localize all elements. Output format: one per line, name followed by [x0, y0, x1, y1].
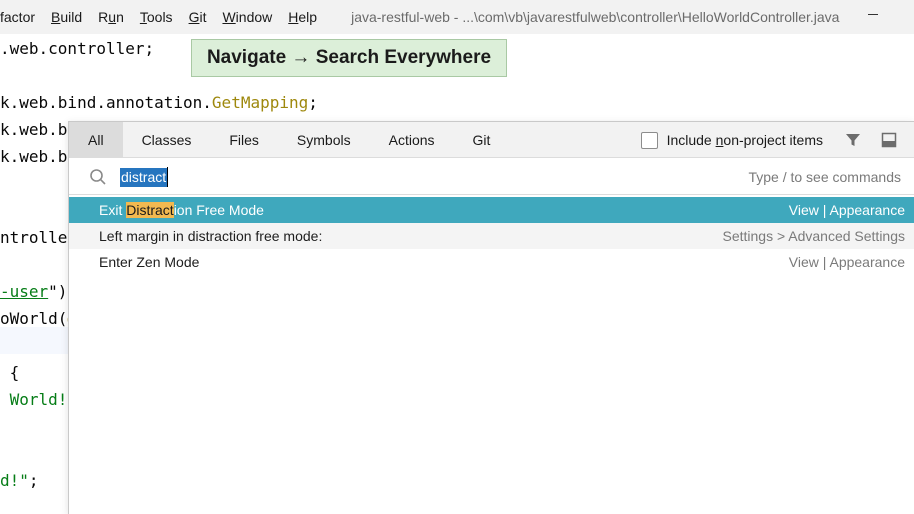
code-token: k.web.bind.annotation.	[0, 93, 212, 112]
tab-files[interactable]: Files	[210, 122, 278, 157]
code-line: k.web.bind.annotation.GetMapping;	[0, 89, 318, 116]
menu-refactor[interactable]: factor	[0, 9, 35, 25]
result-row[interactable]: Exit Distraction Free Mode View | Appear…	[69, 197, 914, 223]
result-text: ion Free Mode	[173, 202, 264, 218]
code-line: d!";	[0, 467, 39, 494]
code-token: d!"	[0, 471, 29, 490]
results-list: Exit Distraction Free Mode View | Appear…	[69, 197, 914, 275]
window-title: java-restful-web - ...\com\vb\javarestfu…	[351, 9, 840, 25]
code-token: -user	[0, 282, 49, 301]
navigate-hint-tooltip: Navigate → Search Everywhere	[191, 39, 507, 77]
result-label: Left margin in distraction free mode:	[99, 228, 323, 244]
tab-actions[interactable]: Actions	[370, 122, 454, 157]
menu-mnemonic: T	[139, 9, 147, 25]
menu-help[interactable]: Help	[288, 9, 317, 25]
code-line: k.web.bi	[0, 143, 77, 170]
result-label: Enter Zen Mode	[99, 254, 200, 270]
menu-bar: factor Build Run Tools Git Window Help j…	[0, 0, 914, 34]
menu-mnemonic: u	[108, 9, 117, 25]
tab-all[interactable]: All	[69, 122, 123, 157]
include-label-part: Include	[666, 132, 716, 148]
menu-mnemonic: G	[188, 9, 200, 25]
text-caret	[167, 167, 168, 187]
code-line: ntroller	[0, 224, 77, 251]
code-line: {	[0, 359, 20, 386]
code-line: -user")	[0, 278, 67, 305]
result-location: View | Appearance	[788, 202, 905, 218]
minimize-icon[interactable]	[868, 14, 878, 15]
preview-panel-icon[interactable]	[875, 126, 903, 154]
code-line: .web.controller;	[0, 35, 154, 62]
include-label-rest: on-project items	[723, 132, 823, 148]
menu-mnemonic: W	[222, 9, 236, 25]
code-token: ")	[48, 282, 68, 301]
code-token: oWorld(	[0, 309, 68, 328]
menu-build[interactable]: Build	[51, 9, 82, 25]
tab-git[interactable]: Git	[454, 122, 510, 157]
menu-window[interactable]: Window	[222, 9, 272, 25]
menu-mnemonic: H	[288, 9, 299, 25]
menu-run[interactable]: Run	[98, 9, 124, 25]
menu-tools[interactable]: Tools	[140, 9, 173, 25]
code-token: .web.controller;	[0, 39, 155, 58]
search-icon	[90, 169, 106, 185]
code-token: GetMapping	[211, 93, 309, 112]
result-location: View | Appearance	[788, 254, 905, 270]
search-hint: Type / to see commands	[748, 169, 901, 185]
result-text: Exit	[99, 202, 127, 218]
menu-git[interactable]: Git	[189, 9, 207, 25]
search-everywhere-popup: All Classes Files Symbols Actions Git In…	[68, 121, 914, 514]
code-token: {	[0, 363, 20, 382]
tab-classes[interactable]: Classes	[123, 122, 211, 157]
code-token: ;	[308, 93, 318, 112]
filter-icon[interactable]	[839, 126, 867, 154]
include-non-project-label[interactable]: Include non-project items	[667, 132, 823, 148]
code-line: oWorld(@	[0, 305, 77, 332]
result-match-highlight: Distract	[126, 202, 174, 218]
code-token: k.web.bi	[0, 120, 78, 139]
result-row[interactable]: Enter Zen Mode View | Appearance	[69, 249, 914, 275]
search-row: distract Type / to see commands	[69, 159, 914, 195]
code-token: World!!	[0, 390, 78, 409]
search-input[interactable]: distract	[120, 168, 168, 187]
result-location: Settings > Advanced Settings	[722, 228, 905, 244]
result-row[interactable]: Left margin in distraction free mode: Se…	[69, 223, 914, 249]
include-non-project-checkbox[interactable]	[640, 131, 658, 149]
search-tabs-bar: All Classes Files Symbols Actions Git In…	[69, 122, 914, 158]
code-token: k.web.bi	[0, 147, 78, 166]
code-token: ;	[28, 471, 39, 490]
menu-mnemonic: B	[51, 9, 61, 25]
code-line: k.web.bi	[0, 116, 77, 143]
tab-symbols[interactable]: Symbols	[278, 122, 370, 157]
code-token: ntroller	[0, 228, 78, 247]
result-label: Exit Distraction Free Mode	[99, 202, 264, 218]
code-line: World!!	[0, 386, 77, 413]
